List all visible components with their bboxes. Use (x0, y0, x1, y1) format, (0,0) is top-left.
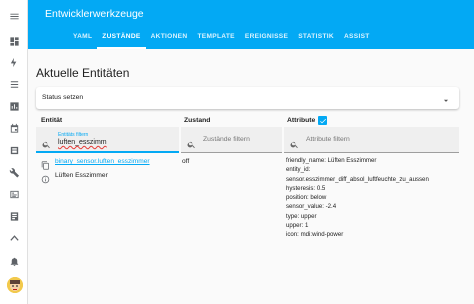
dashboard-icon[interactable] (9, 36, 20, 47)
entity-attributes: friendly_name: Lüften Esszimmer entity_i… (286, 156, 429, 240)
entity-filter-label: Entitäts filtern (58, 132, 89, 138)
attribute-line: sensor_value: -2.4 (286, 203, 337, 211)
config-icon[interactable] (9, 211, 20, 222)
attribute-line: icon: mdi:wind-power (286, 231, 344, 239)
media-icon[interactable] (9, 145, 20, 156)
logbook-icon[interactable] (9, 79, 20, 90)
search-icon (290, 136, 299, 149)
tab-statistics[interactable]: STATISTIK (293, 31, 339, 49)
copy-icon[interactable] (41, 157, 50, 170)
attributes-checkbox[interactable] (318, 116, 327, 125)
tab-template[interactable]: TEMPLATE (192, 31, 239, 49)
attribute-line: entity_id: (286, 166, 311, 174)
tab-events[interactable]: EREIGNISSE (240, 31, 293, 49)
attribute-line: hysteresis: 0.5 (286, 184, 326, 192)
attribute-line: upper: 1 (286, 222, 309, 230)
developer-tools-icon[interactable] (9, 167, 20, 178)
todo-icon[interactable] (9, 189, 20, 200)
menu-icon[interactable] (9, 11, 20, 22)
entity-filter-input[interactable]: Entitäts filtern luften_esszimm (36, 127, 179, 153)
developer-tools-tabs: YAML ZUSTÄNDE AKTIONEN TEMPLATE EREIGNIS… (68, 31, 375, 49)
set-state-expander[interactable]: Status setzen (36, 87, 459, 109)
search-icon (42, 136, 51, 149)
attribute-line: type: upper (286, 212, 317, 220)
energy-icon[interactable] (9, 57, 20, 68)
tab-assist[interactable]: ASSIST (339, 31, 375, 49)
column-header-attributes: Attribute (287, 117, 316, 124)
hacs-icon[interactable] (9, 233, 20, 244)
calendar-icon[interactable] (9, 123, 20, 134)
tab-states[interactable]: ZUSTÄNDE (97, 31, 146, 49)
state-filter-placeholder: Zustände filtern (203, 136, 250, 143)
attribute-line: sensor.esszimmer_diff_absol_luftfeuchte_… (286, 175, 429, 183)
attributes-filter-placeholder: Attribute filtern (306, 136, 350, 143)
column-header-entity: Entität (41, 117, 63, 124)
entity-id-link[interactable]: binary_sensor.luften_esszimmer (55, 158, 150, 165)
tab-yaml[interactable]: YAML (68, 31, 97, 49)
top-app-bar: Entwicklerwerkzeuge YAML ZUSTÄNDE AKTION… (28, 0, 474, 49)
sidebar (0, 0, 28, 304)
entity-filter-value: luften_esszimm (58, 139, 107, 146)
column-header-state: Zustand (184, 117, 211, 124)
chevron-down-icon[interactable] (441, 93, 451, 103)
attributes-filter-input[interactable]: Attribute filtern (284, 127, 459, 153)
state-filter-input[interactable]: Zustände filtern (181, 127, 282, 153)
page-header-title: Entwicklerwerkzeuge (45, 8, 144, 20)
entity-friendly-name: Lüften Esszimmer (55, 172, 108, 179)
search-icon (187, 136, 196, 149)
tab-actions[interactable]: AKTIONEN (146, 31, 193, 49)
attribute-line: friendly_name: Lüften Esszimmer (286, 157, 377, 164)
page-title: Aktuelle Entitäten (36, 66, 130, 80)
history-icon[interactable] (9, 101, 20, 112)
set-state-label: Status setzen (42, 94, 84, 101)
attribute-line: position: below (286, 194, 327, 202)
info-icon[interactable] (41, 171, 50, 184)
entity-state: off (182, 158, 190, 165)
notifications-icon[interactable] (9, 256, 20, 267)
user-avatar[interactable] (7, 277, 23, 293)
